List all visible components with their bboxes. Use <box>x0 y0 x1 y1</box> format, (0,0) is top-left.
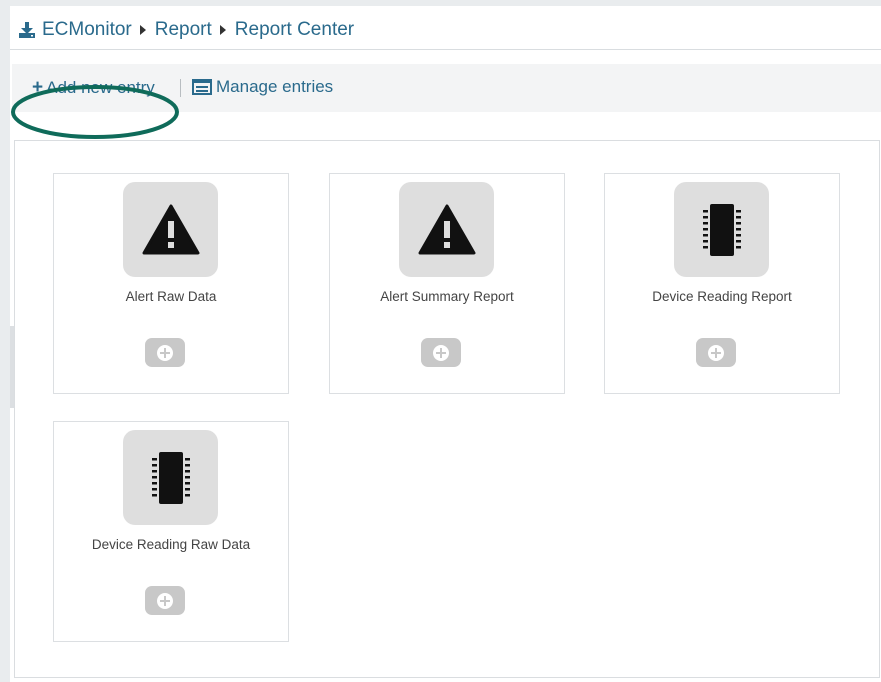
report-tile[interactable] <box>674 182 769 277</box>
report-card-label: Device Reading Report <box>652 289 792 304</box>
add-report-button[interactable] <box>696 338 736 367</box>
app-frame: ECMonitor Report Report Center + Add new… <box>0 0 881 682</box>
page: ECMonitor Report Report Center + Add new… <box>10 6 881 682</box>
chevron-right-icon <box>139 25 146 35</box>
report-card-device-reading-report[interactable]: Device Reading Report <box>604 173 840 394</box>
report-card-label: Device Reading Raw Data <box>91 537 251 552</box>
breadcrumb-divider <box>10 49 881 50</box>
breadcrumb: ECMonitor Report Report Center <box>18 16 354 44</box>
add-new-entry-button[interactable]: + Add new entry <box>32 77 155 99</box>
plus-circle-icon <box>708 344 724 361</box>
report-card-device-reading-raw-data[interactable]: Device Reading Raw Data <box>53 421 289 642</box>
download-icon <box>19 22 35 38</box>
add-new-entry-label: Add new entry <box>46 78 155 97</box>
chip-icon <box>702 203 741 256</box>
report-tile[interactable] <box>123 430 218 525</box>
plus-circle-icon <box>157 344 173 361</box>
report-card-label: Alert Raw Data <box>125 289 217 304</box>
alert-triangle-icon <box>418 204 475 254</box>
breadcrumb-item-ecmonitor[interactable]: ECMonitor <box>42 19 132 41</box>
plus-icon: + <box>32 77 44 98</box>
toolbar-divider <box>180 79 181 97</box>
chevron-right-icon <box>219 25 226 35</box>
add-report-button[interactable] <box>145 586 185 615</box>
plus-circle-icon <box>157 592 173 609</box>
report-tile[interactable] <box>399 182 494 277</box>
manage-entries-label: Manage entries <box>216 77 334 96</box>
add-report-button[interactable] <box>145 338 185 367</box>
add-report-button[interactable] <box>421 338 461 367</box>
toolbar: + Add new entry Manage entries <box>12 64 881 112</box>
chip-icon <box>151 451 190 504</box>
report-center-panel: Alert Raw Data Alert Summary Report Devi… <box>14 140 880 678</box>
breadcrumb-item-report-center: Report Center <box>234 19 355 40</box>
breadcrumb-item-report[interactable]: Report <box>155 19 212 41</box>
manage-entries-button[interactable]: Manage entries <box>192 77 333 97</box>
report-card-alert-raw-data[interactable]: Alert Raw Data <box>53 173 289 394</box>
list-icon <box>192 79 212 95</box>
report-card-alert-summary-report[interactable]: Alert Summary Report <box>329 173 565 394</box>
alert-triangle-icon <box>142 204 199 254</box>
plus-circle-icon <box>433 344 449 361</box>
report-tile[interactable] <box>123 182 218 277</box>
report-card-label: Alert Summary Report <box>380 289 514 304</box>
